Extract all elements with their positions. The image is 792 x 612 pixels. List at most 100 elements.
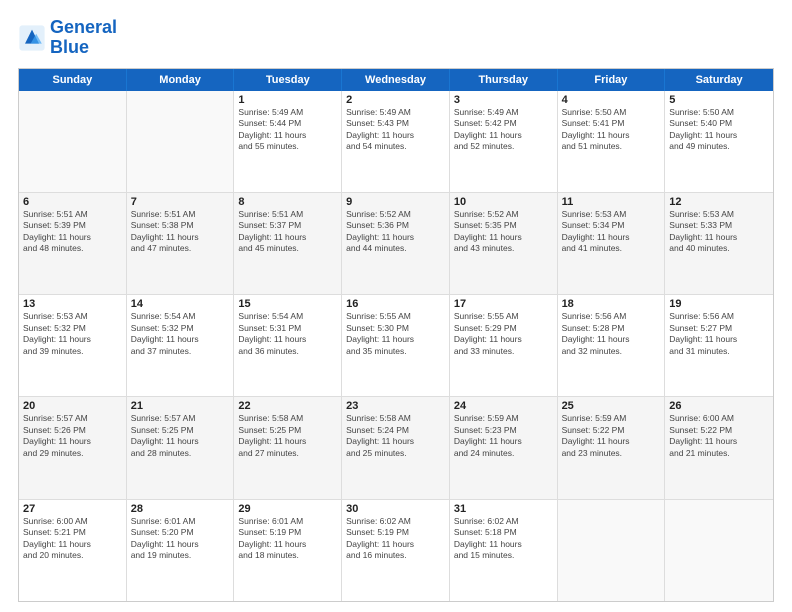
- calendar-cell: 18Sunrise: 5:56 AM Sunset: 5:28 PM Dayli…: [558, 295, 666, 396]
- calendar-cell: 7Sunrise: 5:51 AM Sunset: 5:38 PM Daylig…: [127, 193, 235, 294]
- calendar-row-1: 6Sunrise: 5:51 AM Sunset: 5:39 PM Daylig…: [19, 192, 773, 294]
- day-number: 19: [669, 298, 769, 310]
- day-number: 12: [669, 196, 769, 208]
- day-detail: Sunrise: 5:50 AM Sunset: 5:40 PM Dayligh…: [669, 107, 769, 153]
- day-detail: Sunrise: 5:54 AM Sunset: 5:32 PM Dayligh…: [131, 311, 230, 357]
- calendar-cell: [665, 500, 773, 601]
- calendar-cell: 25Sunrise: 5:59 AM Sunset: 5:22 PM Dayli…: [558, 397, 666, 498]
- calendar-cell: 1Sunrise: 5:49 AM Sunset: 5:44 PM Daylig…: [234, 91, 342, 192]
- page: General Blue SundayMondayTuesdayWednesda…: [0, 0, 792, 612]
- day-number: 17: [454, 298, 553, 310]
- calendar-cell: 31Sunrise: 6:02 AM Sunset: 5:18 PM Dayli…: [450, 500, 558, 601]
- calendar-cell: 28Sunrise: 6:01 AM Sunset: 5:20 PM Dayli…: [127, 500, 235, 601]
- weekday-header-wednesday: Wednesday: [342, 69, 450, 91]
- day-detail: Sunrise: 5:49 AM Sunset: 5:42 PM Dayligh…: [454, 107, 553, 153]
- day-number: 14: [131, 298, 230, 310]
- calendar-cell: 19Sunrise: 5:56 AM Sunset: 5:27 PM Dayli…: [665, 295, 773, 396]
- day-detail: Sunrise: 6:02 AM Sunset: 5:18 PM Dayligh…: [454, 516, 553, 562]
- calendar-cell: [558, 500, 666, 601]
- day-number: 31: [454, 503, 553, 515]
- weekday-header-friday: Friday: [558, 69, 666, 91]
- day-detail: Sunrise: 5:50 AM Sunset: 5:41 PM Dayligh…: [562, 107, 661, 153]
- day-detail: Sunrise: 5:52 AM Sunset: 5:35 PM Dayligh…: [454, 209, 553, 255]
- calendar-cell: 23Sunrise: 5:58 AM Sunset: 5:24 PM Dayli…: [342, 397, 450, 498]
- calendar-cell: 10Sunrise: 5:52 AM Sunset: 5:35 PM Dayli…: [450, 193, 558, 294]
- calendar-cell: 13Sunrise: 5:53 AM Sunset: 5:32 PM Dayli…: [19, 295, 127, 396]
- day-number: 13: [23, 298, 122, 310]
- day-number: 22: [238, 400, 337, 412]
- calendar-cell: 16Sunrise: 5:55 AM Sunset: 5:30 PM Dayli…: [342, 295, 450, 396]
- day-detail: Sunrise: 5:49 AM Sunset: 5:44 PM Dayligh…: [238, 107, 337, 153]
- day-number: 16: [346, 298, 445, 310]
- day-number: 10: [454, 196, 553, 208]
- calendar-cell: 4Sunrise: 5:50 AM Sunset: 5:41 PM Daylig…: [558, 91, 666, 192]
- calendar-cell: 29Sunrise: 6:01 AM Sunset: 5:19 PM Dayli…: [234, 500, 342, 601]
- day-detail: Sunrise: 5:51 AM Sunset: 5:39 PM Dayligh…: [23, 209, 122, 255]
- day-number: 20: [23, 400, 122, 412]
- weekday-header-sunday: Sunday: [19, 69, 127, 91]
- calendar-body: 1Sunrise: 5:49 AM Sunset: 5:44 PM Daylig…: [19, 91, 773, 601]
- calendar-cell: 24Sunrise: 5:59 AM Sunset: 5:23 PM Dayli…: [450, 397, 558, 498]
- calendar-cell: 17Sunrise: 5:55 AM Sunset: 5:29 PM Dayli…: [450, 295, 558, 396]
- day-number: 3: [454, 94, 553, 106]
- day-detail: Sunrise: 5:55 AM Sunset: 5:30 PM Dayligh…: [346, 311, 445, 357]
- day-detail: Sunrise: 5:52 AM Sunset: 5:36 PM Dayligh…: [346, 209, 445, 255]
- weekday-header-monday: Monday: [127, 69, 235, 91]
- day-detail: Sunrise: 5:53 AM Sunset: 5:32 PM Dayligh…: [23, 311, 122, 357]
- day-number: 4: [562, 94, 661, 106]
- day-detail: Sunrise: 5:57 AM Sunset: 5:25 PM Dayligh…: [131, 413, 230, 459]
- calendar-cell: 14Sunrise: 5:54 AM Sunset: 5:32 PM Dayli…: [127, 295, 235, 396]
- day-detail: Sunrise: 6:00 AM Sunset: 5:22 PM Dayligh…: [669, 413, 769, 459]
- calendar-cell: 3Sunrise: 5:49 AM Sunset: 5:42 PM Daylig…: [450, 91, 558, 192]
- logo-text: General Blue: [50, 18, 117, 58]
- day-number: 2: [346, 94, 445, 106]
- day-detail: Sunrise: 5:55 AM Sunset: 5:29 PM Dayligh…: [454, 311, 553, 357]
- calendar-cell: 9Sunrise: 5:52 AM Sunset: 5:36 PM Daylig…: [342, 193, 450, 294]
- header: General Blue: [18, 18, 774, 58]
- day-number: 24: [454, 400, 553, 412]
- calendar-cell: 2Sunrise: 5:49 AM Sunset: 5:43 PM Daylig…: [342, 91, 450, 192]
- day-number: 5: [669, 94, 769, 106]
- day-number: 28: [131, 503, 230, 515]
- day-detail: Sunrise: 5:57 AM Sunset: 5:26 PM Dayligh…: [23, 413, 122, 459]
- calendar-cell: 5Sunrise: 5:50 AM Sunset: 5:40 PM Daylig…: [665, 91, 773, 192]
- day-detail: Sunrise: 5:59 AM Sunset: 5:22 PM Dayligh…: [562, 413, 661, 459]
- day-number: 21: [131, 400, 230, 412]
- calendar-cell: 26Sunrise: 6:00 AM Sunset: 5:22 PM Dayli…: [665, 397, 773, 498]
- calendar-cell: 6Sunrise: 5:51 AM Sunset: 5:39 PM Daylig…: [19, 193, 127, 294]
- calendar-cell: 20Sunrise: 5:57 AM Sunset: 5:26 PM Dayli…: [19, 397, 127, 498]
- day-detail: Sunrise: 5:51 AM Sunset: 5:38 PM Dayligh…: [131, 209, 230, 255]
- day-detail: Sunrise: 6:02 AM Sunset: 5:19 PM Dayligh…: [346, 516, 445, 562]
- day-detail: Sunrise: 5:56 AM Sunset: 5:28 PM Dayligh…: [562, 311, 661, 357]
- day-detail: Sunrise: 5:59 AM Sunset: 5:23 PM Dayligh…: [454, 413, 553, 459]
- calendar-cell: 30Sunrise: 6:02 AM Sunset: 5:19 PM Dayli…: [342, 500, 450, 601]
- day-number: 25: [562, 400, 661, 412]
- calendar-header: SundayMondayTuesdayWednesdayThursdayFrid…: [19, 69, 773, 91]
- day-number: 23: [346, 400, 445, 412]
- day-detail: Sunrise: 5:54 AM Sunset: 5:31 PM Dayligh…: [238, 311, 337, 357]
- day-detail: Sunrise: 5:49 AM Sunset: 5:43 PM Dayligh…: [346, 107, 445, 153]
- day-number: 26: [669, 400, 769, 412]
- calendar-cell: [19, 91, 127, 192]
- calendar-cell: 11Sunrise: 5:53 AM Sunset: 5:34 PM Dayli…: [558, 193, 666, 294]
- calendar-cell: 22Sunrise: 5:58 AM Sunset: 5:25 PM Dayli…: [234, 397, 342, 498]
- day-number: 15: [238, 298, 337, 310]
- calendar-cell: 27Sunrise: 6:00 AM Sunset: 5:21 PM Dayli…: [19, 500, 127, 601]
- calendar-row-3: 20Sunrise: 5:57 AM Sunset: 5:26 PM Dayli…: [19, 396, 773, 498]
- day-detail: Sunrise: 5:51 AM Sunset: 5:37 PM Dayligh…: [238, 209, 337, 255]
- calendar: SundayMondayTuesdayWednesdayThursdayFrid…: [18, 68, 774, 602]
- calendar-cell: [127, 91, 235, 192]
- day-detail: Sunrise: 5:58 AM Sunset: 5:24 PM Dayligh…: [346, 413, 445, 459]
- calendar-cell: 8Sunrise: 5:51 AM Sunset: 5:37 PM Daylig…: [234, 193, 342, 294]
- day-number: 6: [23, 196, 122, 208]
- logo: General Blue: [18, 18, 117, 58]
- day-detail: Sunrise: 6:00 AM Sunset: 5:21 PM Dayligh…: [23, 516, 122, 562]
- day-number: 30: [346, 503, 445, 515]
- calendar-cell: 15Sunrise: 5:54 AM Sunset: 5:31 PM Dayli…: [234, 295, 342, 396]
- weekday-header-saturday: Saturday: [665, 69, 773, 91]
- day-detail: Sunrise: 5:56 AM Sunset: 5:27 PM Dayligh…: [669, 311, 769, 357]
- day-number: 18: [562, 298, 661, 310]
- logo-icon: [18, 24, 46, 52]
- day-number: 29: [238, 503, 337, 515]
- day-detail: Sunrise: 6:01 AM Sunset: 5:19 PM Dayligh…: [238, 516, 337, 562]
